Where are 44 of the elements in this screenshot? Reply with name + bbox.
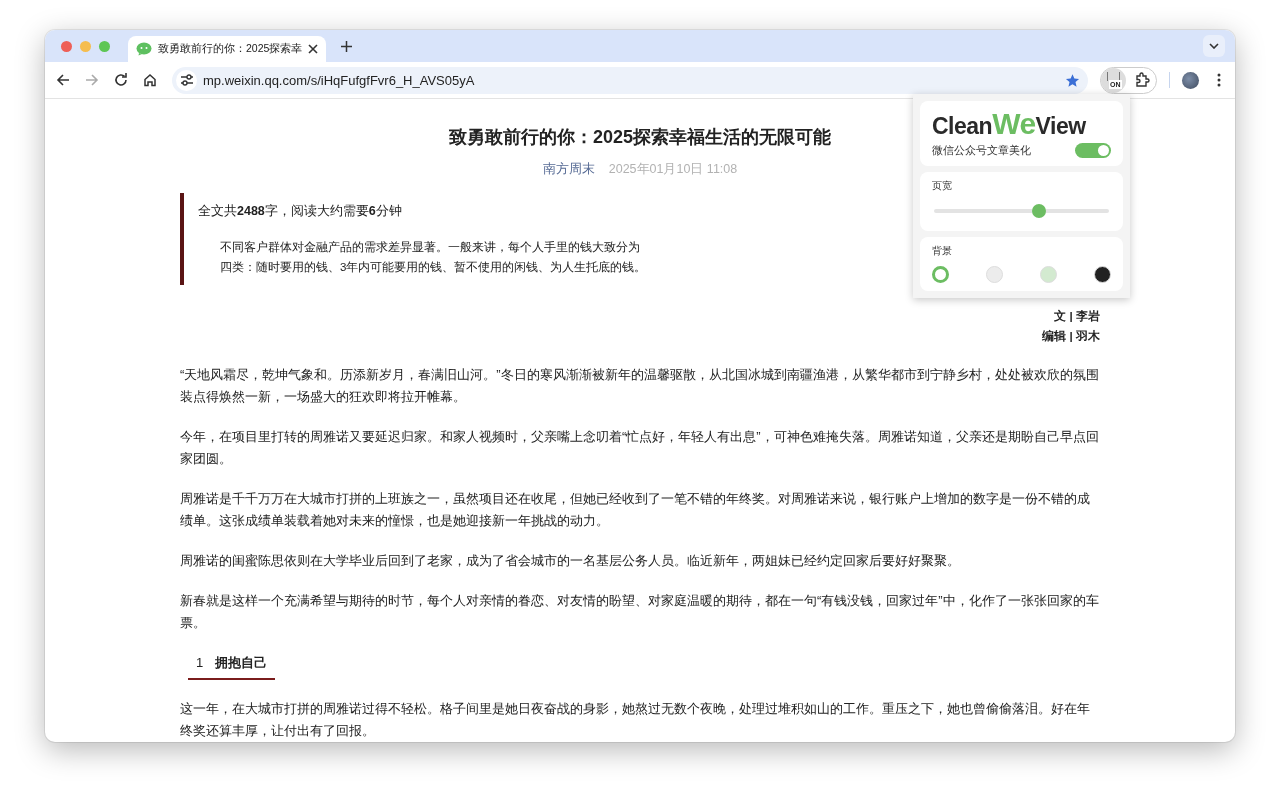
url-text: mp.weixin.qq.com/s/iHqFufgfFvr6_H_AVS05yA — [203, 72, 476, 88]
puzzle-icon[interactable] — [1134, 72, 1150, 88]
section-title: 拥抱自己 — [215, 654, 268, 672]
tab-list-button[interactable] — [1203, 35, 1225, 57]
logo-text: CleanWeView — [932, 109, 1087, 141]
new-tab-icon[interactable] — [341, 40, 353, 52]
paragraph: 周雅诺的闺蜜陈思依则在大学毕业后回到了老家，成为了省会城市的一名基层公务人员。临近新年，两姐妹已经约定回家后要好好聚聚。 — [180, 552, 961, 570]
color-swatch[interactable] — [932, 266, 949, 283]
color-swatch[interactable] — [1094, 266, 1111, 283]
toggle-switch[interactable] — [1075, 143, 1111, 158]
source-link[interactable]: 南方周末 — [542, 162, 595, 176]
home-icon[interactable] — [143, 73, 157, 87]
width-label: 页宽 — [932, 180, 953, 193]
site-settings-icon[interactable] — [176, 69, 197, 91]
menu-icon[interactable] — [1217, 73, 1221, 87]
reload-icon[interactable] — [114, 73, 128, 87]
chat-bubble-icon — [136, 42, 152, 56]
slider-thumb[interactable] — [1032, 204, 1046, 218]
address-bar[interactable]: mp.weixin.qq.com/s/iHqFufgfFvr6_H_AVS05yA — [172, 66, 1088, 94]
credit-line: 文 | 李岩 — [1053, 309, 1100, 324]
paragraph: 今年，在项目里打转的周雅诺又要延迟归家。和家人视频时，父亲嘴上念叨着“忙点好，年轻人有出息”，可神色难掩失落。周雅诺知道，父亲还是期盼自己早点回家团圆。 — [180, 428, 1100, 468]
summary-text: 不同客户群体对金融产品的需求差异显著。一般来讲，每个人手里的钱大致分为四类：随时要用的钱、3年内可能要用的钱、暂不使用的闲钱、为人生托底的钱。 — [220, 240, 648, 275]
credit-line: 编辑 | 羽木 — [1041, 329, 1100, 344]
browser-tab[interactable]: 致勇敢前行的你：2025探索幸 — [128, 36, 327, 62]
paragraph: “天地风霜尽，乾坤气象和。历添新岁月，春满旧山河。”冬日的寒风渐渐被新年的温馨驱散，从北国冰城到南疆渔港，从繁华都市到宁静乡村，处处被欢欣的氛围装点得焕然一新，一场盛大的狂欢即将拉开帷幕。 — [180, 366, 1100, 406]
forward-icon[interactable] — [85, 73, 99, 87]
back-icon[interactable] — [56, 73, 70, 87]
toggle-label: 微信公众号文章美化 — [932, 143, 1031, 158]
close-window-icon[interactable] — [61, 40, 72, 52]
paragraph: 周雅诺是千千万万在大城市打拼的上班族之一，虽然项目还在收尾，但她已经收到了一笔不错的年终奖。对周雅诺来说，银行账户上增加的数字是一份不错的成绩单。这张成绩单装载着她对未来的憧憬，也是她迎接新一年挑战的动力。 — [180, 490, 1091, 530]
color-swatch[interactable] — [1040, 266, 1057, 283]
tab-title: 致勇敢前行的你：2025探索幸 — [158, 42, 303, 56]
color-swatch[interactable] — [986, 266, 1003, 283]
paragraph: 这一年，在大城市打拼的周雅诺过得不轻松。格子间里是她日夜奋战的身影，她熬过无数个夜晚，处理过堆积如山的工作。重压之下，她也曾偷偷落泪。好在年终奖还算丰厚，让付出有了回报。 — [180, 700, 1091, 740]
star-icon[interactable] — [1065, 72, 1080, 88]
publish-date: 2025年01月10日 11:08 — [608, 162, 738, 176]
background-label: 背景 — [932, 245, 953, 258]
summary-heading: 全文共2488字，阅读大约需要6分钟 — [198, 203, 402, 220]
paragraph: 新春就是这样一个充满希望与期待的时节，每个人对亲情的眷恋、对友情的盼望、对家庭温暖的期待，都在一句“有钱没钱，回家过年”中，化作了一张张回家的车票。 — [180, 592, 1100, 632]
chevron-down-icon — [1209, 43, 1219, 49]
width-slider[interactable] — [934, 204, 1109, 218]
profile-avatar-icon[interactable] — [1182, 71, 1199, 89]
close-icon[interactable] — [308, 44, 319, 54]
section-number: 1 — [196, 654, 204, 672]
